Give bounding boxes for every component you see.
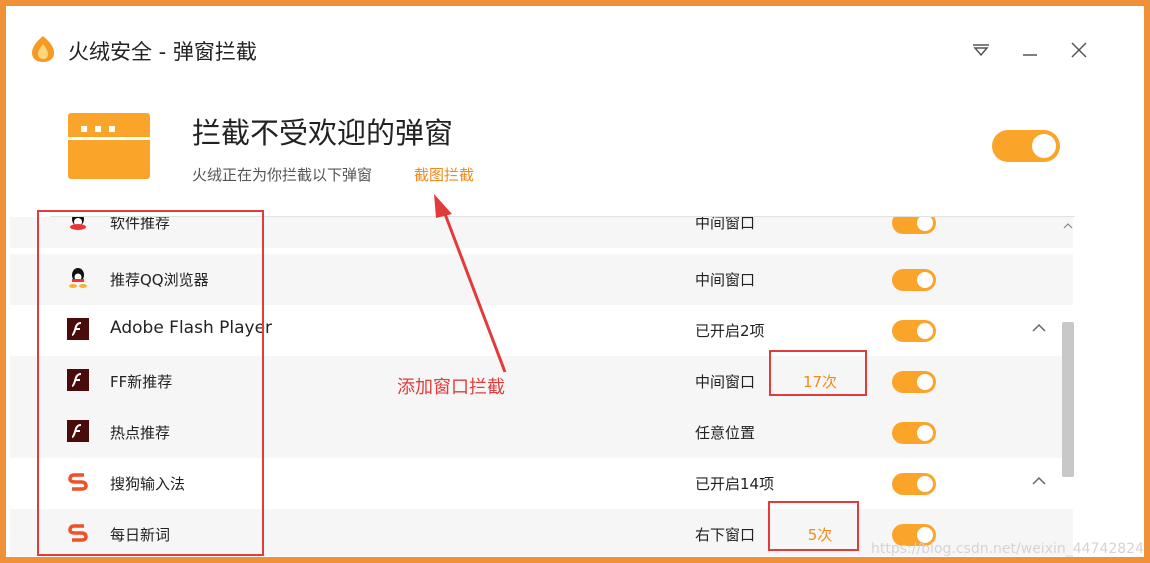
close-icon (1071, 42, 1087, 58)
scrollbar-thumb[interactable] (1062, 322, 1074, 477)
flash-icon (67, 318, 89, 340)
minimize-icon (1023, 54, 1037, 56)
menu-button[interactable] (967, 36, 995, 64)
intercept-count: 17次 (802, 373, 838, 391)
annotation-arrow (434, 194, 507, 373)
item-toggle[interactable] (892, 217, 936, 234)
item-toggle[interactable] (892, 269, 936, 291)
page-subtitle: 火绒正在为你拦截以下弹窗 (192, 166, 373, 184)
popup-list: 软件推荐 中间窗口 推荐QQ浏览器 中间窗口 Adobe Flash Playe… (10, 217, 1073, 556)
chevron-up-icon[interactable] (1030, 472, 1048, 490)
watermark: https://blog.csdn.net/weixin_44742824 (870, 541, 1144, 557)
list-item[interactable]: 推荐QQ浏览器 中间窗口 (10, 254, 1073, 305)
item-status: 中间窗口 (695, 373, 756, 391)
item-toggle[interactable] (892, 422, 936, 444)
sogou-icon (68, 524, 88, 542)
flash-icon (67, 420, 89, 442)
sogou-icon (68, 473, 88, 491)
popup-window-icon: ▪ ▪ ▪ (68, 113, 150, 179)
item-name: 热点推荐 (110, 424, 171, 442)
window-title: 火绒安全 - 弹窗拦截 (68, 40, 257, 64)
qq-icon (70, 217, 86, 230)
huorong-logo-icon (32, 36, 54, 62)
scroll-up-icon[interactable] (1062, 220, 1074, 232)
group-toggle[interactable] (892, 320, 936, 342)
toggle-knob (1032, 134, 1056, 158)
item-name: 每日新词 (110, 526, 171, 544)
list-item[interactable]: FF新推荐 中间窗口 17次 (10, 356, 1073, 407)
qq-icon (69, 268, 87, 288)
list-group[interactable]: Adobe Flash Player 已开启2项 (10, 305, 1073, 356)
page-title: 拦截不受欢迎的弹窗 (192, 116, 454, 150)
master-toggle[interactable] (992, 130, 1060, 162)
item-status: 任意位置 (695, 424, 756, 442)
item-status: 右下窗口 (695, 526, 756, 544)
chevron-up-icon[interactable] (1030, 319, 1048, 337)
close-button[interactable] (1065, 36, 1093, 64)
group-name: Adobe Flash Player (110, 318, 273, 338)
app-window: 火绒安全 - 弹窗拦截 ▪ ▪ ▪ 拦截不受欢迎的弹窗 火绒正在为你拦截以下弹窗… (10, 10, 1138, 556)
annotation-label: 添加窗口拦截 (397, 377, 505, 398)
list-item[interactable]: 热点推荐 任意位置 (10, 407, 1073, 458)
intercept-count: 5次 (807, 526, 833, 544)
group-name: 搜狗输入法 (110, 475, 186, 493)
item-status: 中间窗口 (695, 217, 756, 232)
group-status: 已开启2项 (695, 322, 765, 340)
menu-dropdown-icon (973, 44, 989, 57)
minimize-button[interactable] (1016, 36, 1044, 64)
screenshot-block-link[interactable]: 截图拦截 (414, 164, 474, 185)
group-toggle[interactable] (892, 473, 936, 495)
item-toggle[interactable] (892, 371, 936, 393)
group-status: 已开启14项 (695, 475, 775, 493)
item-name: FF新推荐 (110, 373, 173, 391)
list-item[interactable]: 软件推荐 中间窗口 (10, 217, 1073, 248)
item-name: 软件推荐 (110, 217, 171, 232)
title-bar: 火绒安全 - 弹窗拦截 (10, 10, 1138, 90)
item-name: 推荐QQ浏览器 (110, 271, 209, 289)
item-status: 中间窗口 (695, 271, 756, 289)
flash-icon (67, 369, 89, 391)
list-group[interactable]: 搜狗输入法 已开启14项 (10, 458, 1073, 509)
